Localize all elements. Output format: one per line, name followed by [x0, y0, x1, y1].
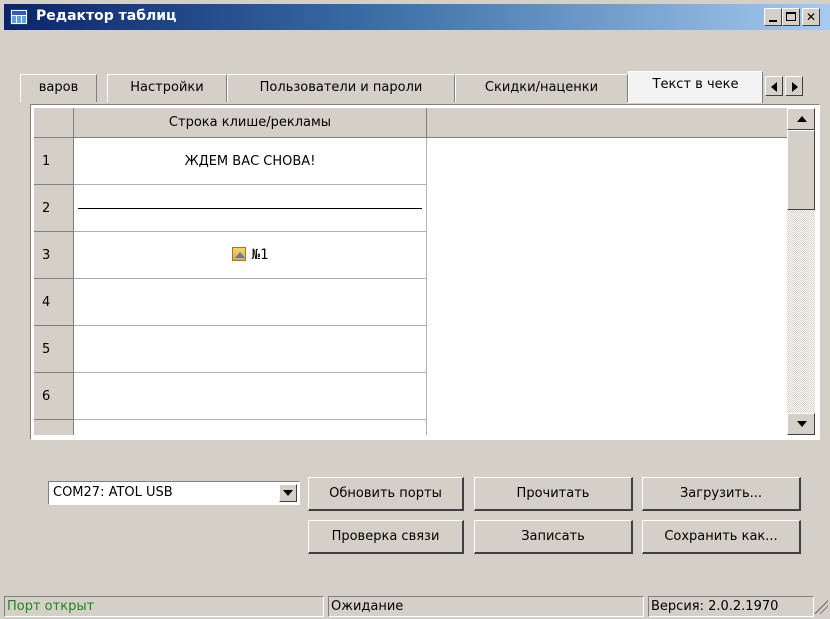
- minimize-icon: [769, 20, 777, 22]
- text-cell[interactable]: [74, 373, 427, 420]
- refresh-ports-button[interactable]: Обновить порты: [308, 477, 464, 511]
- port-dropdown-button[interactable]: [279, 484, 297, 502]
- column-header[interactable]: Строка клише/рекламы: [74, 108, 427, 138]
- load-button[interactable]: Загрузить...: [642, 477, 801, 511]
- table-row[interactable]: 4: [34, 279, 427, 326]
- picture-icon: [231, 247, 246, 261]
- row-header[interactable]: 1: [34, 138, 74, 185]
- tab-goods[interactable]: варов: [20, 74, 97, 102]
- window-title: Редактор таблиц: [36, 8, 177, 24]
- maximize-button[interactable]: [782, 8, 800, 26]
- minimize-button[interactable]: [764, 8, 782, 26]
- arrow-up-icon: [797, 116, 807, 122]
- close-button[interactable]: ✕: [802, 8, 820, 26]
- tab-scroll-right-button[interactable]: [785, 76, 803, 96]
- tab-settings[interactable]: Настройки: [107, 74, 227, 102]
- status-bar: Порт открыт Ожидание Версия: 2.0.2.1970: [0, 596, 830, 619]
- arrow-left-icon: [771, 82, 777, 92]
- table-row[interactable]: 1 ЖДЕМ ВАС СНОВА!: [34, 138, 427, 185]
- receipt-text-grid[interactable]: Строка клише/рекламы 1 ЖДЕМ ВАС СНОВА! 2…: [34, 108, 787, 435]
- row-header[interactable]: 4: [34, 279, 74, 326]
- text-cell[interactable]: ЖДЕМ ВАС СНОВА!: [74, 138, 427, 185]
- scroll-down-button[interactable]: [787, 413, 815, 435]
- text-cell[interactable]: [74, 185, 427, 232]
- separator-line: [78, 208, 422, 209]
- tab-discounts[interactable]: Скидки/наценки: [455, 74, 628, 102]
- editor-window: Редактор таблиц ✕ варов Настройки Пользо…: [0, 0, 830, 619]
- table-row[interactable]: 2: [34, 185, 427, 232]
- tab-users-passwords[interactable]: Пользователи и пароли: [227, 74, 455, 102]
- text-cell[interactable]: [74, 326, 427, 373]
- check-connection-button[interactable]: Проверка связи: [308, 520, 464, 554]
- table-row[interactable]: [34, 420, 427, 435]
- tab-panel: Строка клише/рекламы 1 ЖДЕМ ВАС СНОВА! 2…: [30, 104, 820, 440]
- tab-strip: варов Настройки Пользователи и пароли Ск…: [20, 71, 820, 104]
- table-app-icon: [10, 9, 28, 25]
- scroll-up-button[interactable]: [787, 108, 815, 130]
- status-state: Ожидание: [328, 596, 644, 617]
- grid-corner: [34, 108, 74, 138]
- save-as-button[interactable]: Сохранить как...: [642, 520, 801, 554]
- table-row[interactable]: 3 №1: [34, 232, 427, 279]
- scrollbar-thumb[interactable]: [787, 130, 815, 210]
- close-icon: ✕: [805, 10, 817, 24]
- column-header-empty: [427, 108, 787, 138]
- table-row[interactable]: 5: [34, 326, 427, 373]
- tab-receipt-text[interactable]: Текст в чеке: [628, 71, 763, 103]
- arrow-down-icon: [797, 421, 807, 427]
- row-header[interactable]: 3: [34, 232, 74, 279]
- port-select[interactable]: COM27: ATOL USB: [48, 481, 300, 505]
- text-cell[interactable]: №1: [74, 232, 427, 279]
- row-header[interactable]: 2: [34, 185, 74, 232]
- maximize-icon: [786, 12, 796, 21]
- tab-scroll-left-button[interactable]: [765, 76, 783, 96]
- status-version: Версия: 2.0.2.1970: [648, 596, 814, 617]
- text-cell[interactable]: [74, 279, 427, 326]
- image-label: №1: [251, 247, 269, 263]
- vertical-scrollbar[interactable]: [787, 108, 815, 435]
- chevron-down-icon: [283, 490, 293, 496]
- resize-grip-icon[interactable]: [814, 600, 828, 614]
- row-header[interactable]: 5: [34, 326, 74, 373]
- text-cell[interactable]: [74, 420, 427, 435]
- row-header[interactable]: [34, 420, 74, 435]
- port-select-value: COM27: ATOL USB: [53, 485, 173, 500]
- row-header[interactable]: 6: [34, 373, 74, 420]
- title-bar[interactable]: Редактор таблиц ✕: [4, 4, 830, 30]
- read-button[interactable]: Прочитать: [474, 477, 633, 511]
- status-port: Порт открыт: [4, 596, 324, 617]
- arrow-right-icon: [792, 82, 798, 92]
- write-button[interactable]: Записать: [474, 520, 633, 554]
- table-row[interactable]: 6: [34, 373, 427, 420]
